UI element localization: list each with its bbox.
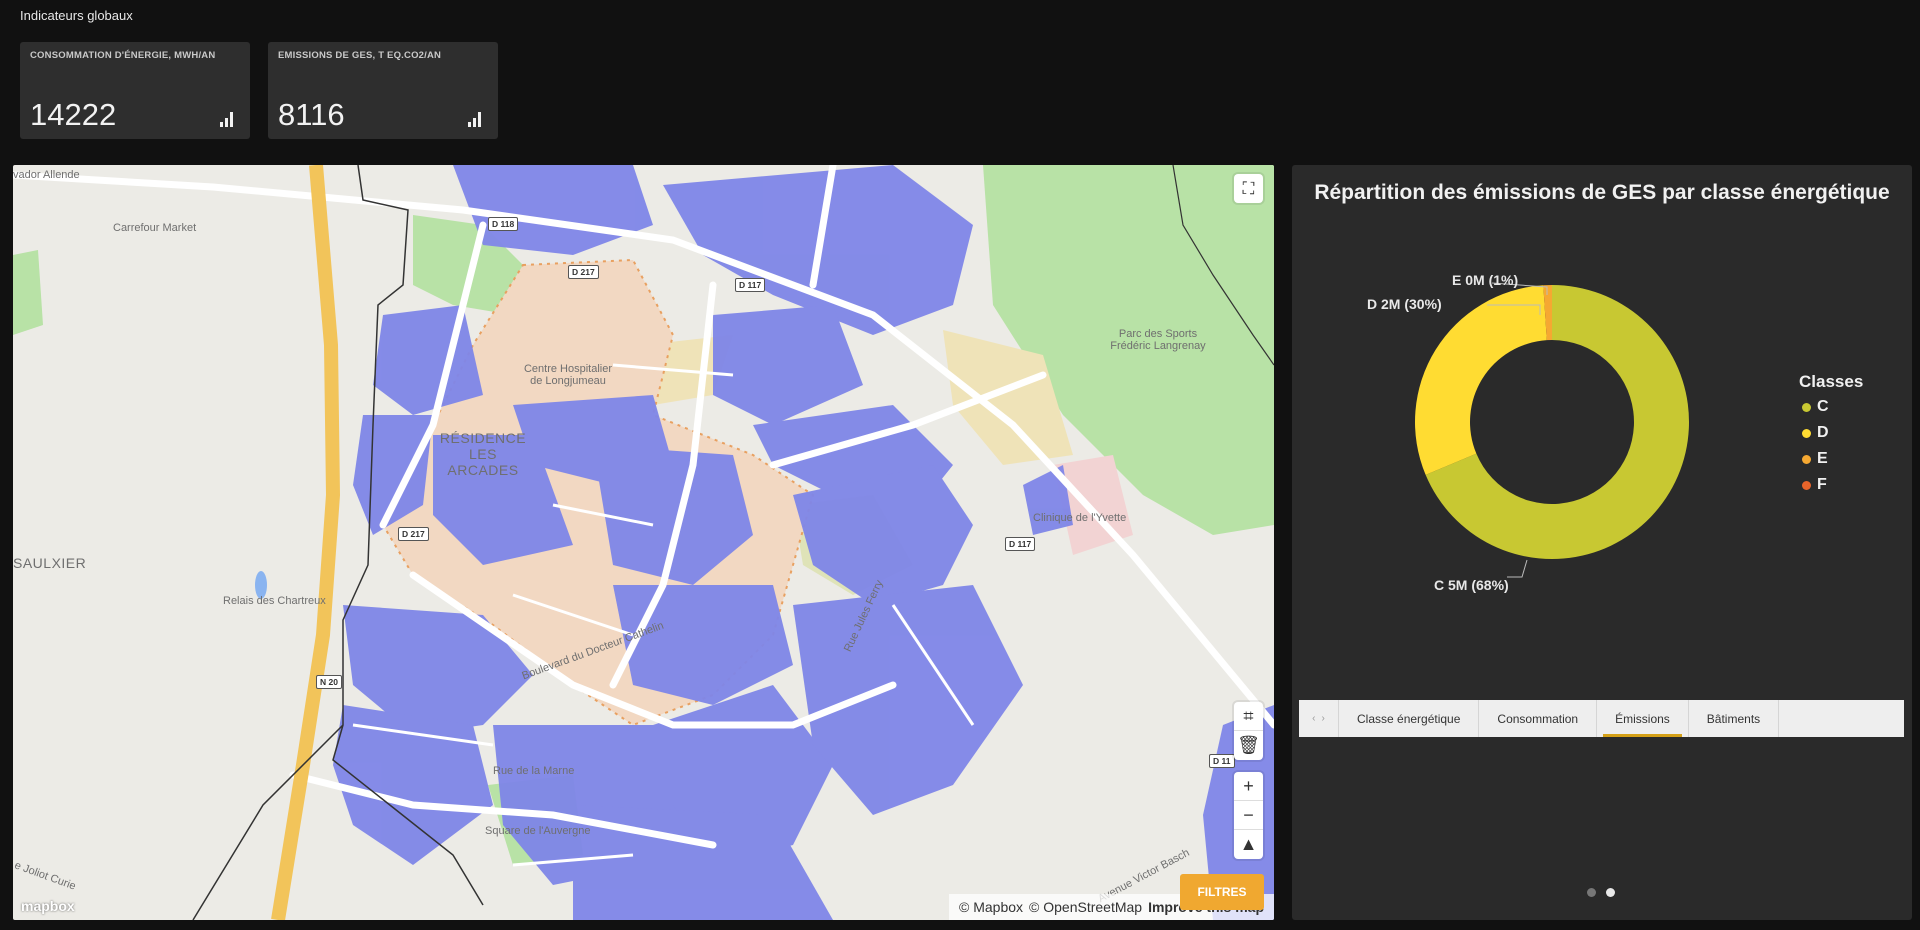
pager: [1587, 888, 1615, 897]
map-label: vador Allende: [13, 169, 80, 181]
kpi-value: 8116: [278, 97, 345, 132]
map-label: Square de l'Auvergne: [485, 825, 591, 837]
mapbox-logo[interactable]: mapbox: [21, 898, 75, 914]
legend-dot: [1802, 454, 1811, 464]
bar-chart-icon[interactable]: [468, 112, 486, 127]
bar-chart-icon[interactable]: [220, 112, 238, 127]
road-badge: N 20: [316, 675, 342, 689]
pager-dot[interactable]: [1587, 888, 1596, 897]
draw-controls: ⌗ 🗑: [1234, 702, 1263, 760]
map-canvas: [13, 165, 1274, 920]
map-label: Relais des Chartreux: [223, 595, 326, 607]
map-label: Centre Hospitalier de Longjumeau: [523, 363, 613, 387]
leader-line: [1507, 559, 1528, 578]
legend-item-c[interactable]: C: [1802, 398, 1829, 416]
page-title: Indicateurs globaux: [20, 8, 133, 23]
chevron-right-icon[interactable]: ›: [1322, 713, 1325, 724]
legend-label: E: [1817, 450, 1828, 467]
tab-scroll-arrows[interactable]: ‹ ›: [1299, 700, 1339, 737]
tab-batiments[interactable]: Bâtiments: [1689, 700, 1780, 737]
chart-tabbar: ‹ › Classe énergétique Consommation Émiss…: [1299, 700, 1904, 737]
legend-item-f[interactable]: F: [1802, 476, 1827, 494]
compass-icon[interactable]: ▲: [1234, 830, 1263, 859]
road-badge: D 118: [488, 217, 519, 231]
map-label: SAULXIER: [13, 555, 87, 571]
road-badge: D 117: [1005, 537, 1036, 551]
legend-label: F: [1817, 476, 1827, 493]
osm-attribution-link[interactable]: © OpenStreetMap: [1029, 899, 1142, 915]
tab-emissions[interactable]: Émissions: [1597, 700, 1689, 737]
kpi-label: CONSOMMATION D'ÉNERGIE, MWH/AN: [30, 50, 216, 61]
donut-label-d: D 2M (30%): [1367, 296, 1442, 312]
legend-title: Classes: [1799, 372, 1864, 391]
legend-dot: [1802, 402, 1811, 412]
chart-title: Répartition des émissions de GES par cla…: [1314, 181, 1890, 204]
kpi-label: EMISSIONS DE GES, T EQ.CO2/AN: [278, 50, 442, 61]
chevron-left-icon[interactable]: ‹: [1312, 713, 1315, 724]
map-label: Clinique de l'Yvette: [1033, 512, 1127, 524]
mapbox-attribution-link[interactable]: © Mapbox: [959, 899, 1023, 915]
chart-panel: Répartition des émissions de GES par cla…: [1292, 165, 1912, 920]
legend-item-e[interactable]: E: [1802, 450, 1828, 468]
road-badge: D 11: [1209, 754, 1235, 768]
road-badge: D 117: [735, 278, 766, 292]
kpi-energy-consumption: CONSOMMATION D'ÉNERGIE, MWH/AN 14222: [20, 42, 250, 139]
donut-label-c: C 5M (68%): [1434, 577, 1509, 593]
map-view[interactable]: vador Allende Carrefour Market Centre Ho…: [13, 165, 1274, 920]
zoom-out-button[interactable]: −: [1234, 801, 1263, 830]
donut-label-e: E 0M (1%): [1452, 272, 1519, 288]
filters-button[interactable]: FILTRES: [1180, 874, 1264, 910]
legend-label: C: [1817, 398, 1829, 415]
polygon-draw-icon[interactable]: ⌗: [1234, 702, 1263, 731]
pager-dot-active[interactable]: [1606, 888, 1615, 897]
donut-slice-d[interactable]: [1415, 285, 1547, 475]
tab-classe-energetique[interactable]: Classe énergétique: [1339, 700, 1480, 737]
kpi-value: 14222: [30, 97, 117, 132]
road-badge: D 217: [398, 527, 429, 541]
zoom-in-button[interactable]: +: [1234, 772, 1263, 801]
map-label: RÉSIDENCE LES ARCADES: [439, 430, 527, 478]
kpi-ges-emissions: EMISSIONS DE GES, T EQ.CO2/AN 8116: [268, 42, 498, 139]
map-label: Carrefour Market: [113, 222, 197, 234]
map-label: Parc des Sports Frédéric Langrenay: [1110, 328, 1206, 352]
legend-dot: [1802, 480, 1811, 490]
legend-label: D: [1817, 424, 1829, 441]
zoom-controls: + − ▲: [1234, 772, 1263, 859]
fullscreen-icon[interactable]: ⛶: [1234, 174, 1263, 203]
legend-item-d[interactable]: D: [1802, 424, 1829, 442]
map-label: Rue de la Marne: [493, 765, 575, 777]
tab-consommation[interactable]: Consommation: [1479, 700, 1598, 737]
trash-icon[interactable]: 🗑: [1234, 731, 1263, 760]
legend-dot: [1802, 428, 1811, 438]
road-badge: D 217: [568, 265, 599, 279]
